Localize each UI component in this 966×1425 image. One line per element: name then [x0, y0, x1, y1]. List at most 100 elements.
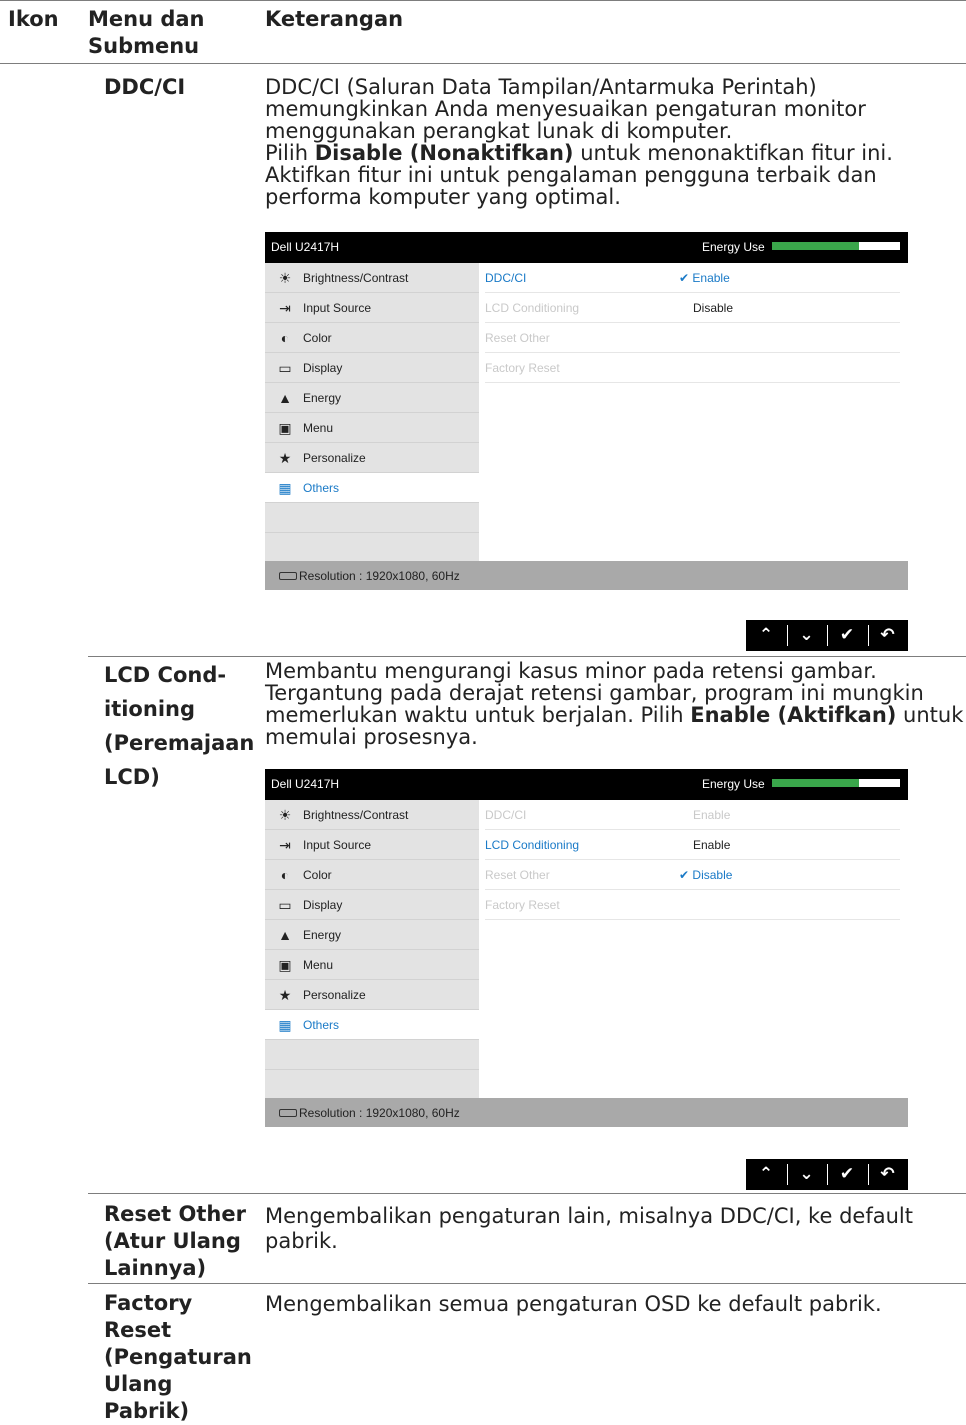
- down-arrow-icon[interactable]: ⌄: [787, 1159, 827, 1190]
- keyboard-connector-icon: [279, 1109, 297, 1117]
- osd-menu-item-label: Color: [303, 331, 332, 345]
- button-separator: [867, 625, 869, 646]
- osd-menu-item[interactable]: ▭ Display: [265, 353, 479, 383]
- button-separator: [827, 625, 828, 646]
- osd-menu-item-label: Brightness/Contrast: [303, 808, 409, 822]
- osd-main-menu: ☀ Brightness/Contrast ⇥ Input Source ◐ Color ▭…: [265, 800, 479, 1100]
- energy-use-bar: [772, 242, 900, 250]
- row-rule: [88, 1283, 966, 1284]
- energy-use-fill: [772, 242, 860, 250]
- others-icon: ▦: [278, 480, 292, 496]
- osd-menu-item[interactable]: ▲ Energy: [265, 920, 479, 950]
- setting-name: Reset Other: [485, 331, 550, 345]
- osd-menu-item[interactable]: ☀ Brightness/Contrast: [265, 263, 479, 293]
- osd-model-name: Dell U2417H: [271, 240, 340, 254]
- energy-use-fill: [772, 779, 860, 787]
- osd-menu-item[interactable]: ▲ Energy: [265, 383, 479, 413]
- down-arrow-icon[interactable]: ⌄: [787, 620, 827, 651]
- osd-menu-item-label: Color: [303, 868, 332, 882]
- input-source-icon: ⇥: [279, 837, 291, 853]
- option-disable[interactable]: Disable: [693, 301, 733, 315]
- ddcci-desc-paragraph-1: DDC/CI (Saluran Data Tampilan/Antarmuka …: [265, 75, 866, 143]
- up-arrow-icon[interactable]: ⌃: [746, 1159, 786, 1190]
- row-description-lcd-conditioning: Membantu mengurangi kasus minor pada ret…: [265, 660, 965, 748]
- sun-icon: ☀: [278, 807, 292, 823]
- option-label: Disable: [692, 868, 733, 882]
- osd-menu-item[interactable]: ▭ Display: [265, 890, 479, 920]
- osd-screenshot-ddcci: Dell U2417H Energy Use ☀ Brightness/Contr…: [265, 232, 908, 590]
- back-icon[interactable]: ↶: [868, 620, 908, 651]
- osd-menu-item[interactable]: ☀ Brightness/Contrast: [265, 800, 479, 830]
- osd-menu-item-label: Input Source: [303, 838, 372, 852]
- label-line: LCD): [104, 765, 160, 789]
- option-enable-selected[interactable]: ✔ Enable: [679, 271, 730, 285]
- osd-menu-item[interactable]: ◐ Color: [265, 323, 479, 353]
- osd-setting-ddcci[interactable]: DDC/CI Enable: [485, 800, 900, 830]
- osd-menu-item[interactable]: ⇥ Input Source: [265, 293, 479, 323]
- row-rule: [88, 1193, 966, 1194]
- input-source-icon: ⇥: [279, 300, 291, 316]
- osd-status-bar: Resolution : 1920x1080, 60Hz: [265, 1098, 908, 1127]
- osd-menu-item-label: Personalize: [303, 988, 366, 1002]
- back-icon[interactable]: ↶: [868, 1159, 908, 1190]
- color-icon: ◐: [280, 330, 290, 346]
- row-description-reset-other: Mengembalikan pengaturan lain, misalnya …: [265, 1204, 913, 1253]
- label-line: (Peremajaan: [104, 731, 255, 755]
- osd-menu-item-label: Input Source: [303, 301, 372, 315]
- checkmark-icon: ✔: [679, 868, 690, 882]
- button-separator: [827, 1164, 828, 1185]
- osd-menu-empty-slot: [265, 1070, 479, 1100]
- button-separator: [867, 1164, 869, 1185]
- osd-menu-empty-slot: [265, 533, 479, 563]
- checkmark-icon: ✔: [679, 271, 690, 285]
- osd-setting-reset-other[interactable]: Reset Other ✔ Disable: [485, 860, 900, 890]
- up-arrow-icon[interactable]: ⌃: [746, 620, 786, 651]
- setting-name: DDC/CI: [485, 808, 527, 822]
- osd-menu-item[interactable]: ▣ Menu: [265, 950, 479, 980]
- osd-menu-item[interactable]: ▦ Others: [265, 473, 479, 503]
- button-separator: [786, 625, 788, 646]
- star-icon: ★: [278, 450, 292, 466]
- color-icon: ◐: [280, 867, 290, 883]
- checkmark-icon[interactable]: ✔: [827, 620, 867, 651]
- osd-menu-empty-slot: [265, 1040, 479, 1070]
- setting-name: Factory Reset: [485, 361, 560, 375]
- osd-menu-item[interactable]: ◐ Color: [265, 860, 479, 890]
- column-header-menu: Menu dan Submenu: [88, 7, 205, 58]
- menu-icon: ▣: [278, 420, 292, 436]
- row-rule: [88, 656, 966, 657]
- osd-screenshot-lcd-conditioning: Dell U2417H Energy Use ☀ Brightness/Contr…: [265, 769, 908, 1127]
- option-enable[interactable]: Enable: [693, 838, 730, 852]
- osd-menu-item-label: Others: [303, 481, 340, 495]
- osd-submenu-panel: DDC/CI Enable LCD Conditioning Enable Re…: [479, 800, 908, 1098]
- table-top-rule: [0, 0, 966, 1]
- osd-setting-lcd-conditioning[interactable]: LCD Conditioning Disable: [485, 293, 900, 323]
- label-line: itioning: [104, 697, 195, 721]
- osd-menu-item[interactable]: ▦ Others: [265, 1010, 479, 1040]
- osd-setting-reset-other[interactable]: Reset Other: [485, 323, 900, 353]
- osd-menu-item[interactable]: ★ Personalize: [265, 980, 479, 1010]
- ddcci-desc-bold: Disable (Nonaktifkan): [314, 141, 574, 165]
- option-disable-selected[interactable]: ✔ Disable: [679, 868, 732, 882]
- row-description-ddcci: DDC/CI (Saluran Data Tampilan/Antarmuka …: [265, 76, 925, 208]
- osd-setting-factory-reset[interactable]: Factory Reset: [485, 890, 900, 920]
- row-label-factory-reset: Factory Reset (Pengaturan Ulang Pabrik): [104, 1291, 252, 1423]
- osd-menu-item[interactable]: ★ Personalize: [265, 443, 479, 473]
- osd-menu-item-label: Energy: [303, 928, 342, 942]
- energy-icon: ▲: [278, 927, 292, 943]
- monitor-icon: ▭: [278, 897, 292, 913]
- energy-use-bar: [772, 779, 900, 787]
- osd-submenu-panel: DDC/CI ✔ Enable LCD Conditioning Disable…: [479, 263, 908, 561]
- osd-menu-item[interactable]: ▣ Menu: [265, 413, 479, 443]
- osd-menu-item-label: Personalize: [303, 451, 366, 465]
- column-header-icon: Ikon: [8, 7, 59, 31]
- osd-setting-factory-reset[interactable]: Factory Reset: [485, 353, 900, 383]
- osd-setting-ddcci[interactable]: DDC/CI ✔ Enable: [485, 263, 900, 293]
- osd-setting-lcd-conditioning[interactable]: LCD Conditioning Enable: [485, 830, 900, 860]
- checkmark-icon[interactable]: ✔: [827, 1159, 867, 1190]
- osd-title-bar: Dell U2417H Energy Use: [265, 232, 908, 263]
- setting-name: LCD Conditioning: [485, 838, 580, 852]
- osd-menu-item[interactable]: ⇥ Input Source: [265, 830, 479, 860]
- lcd-desc-bold: Enable (Aktifkan): [690, 703, 897, 727]
- keyboard-connector-icon: [279, 572, 297, 580]
